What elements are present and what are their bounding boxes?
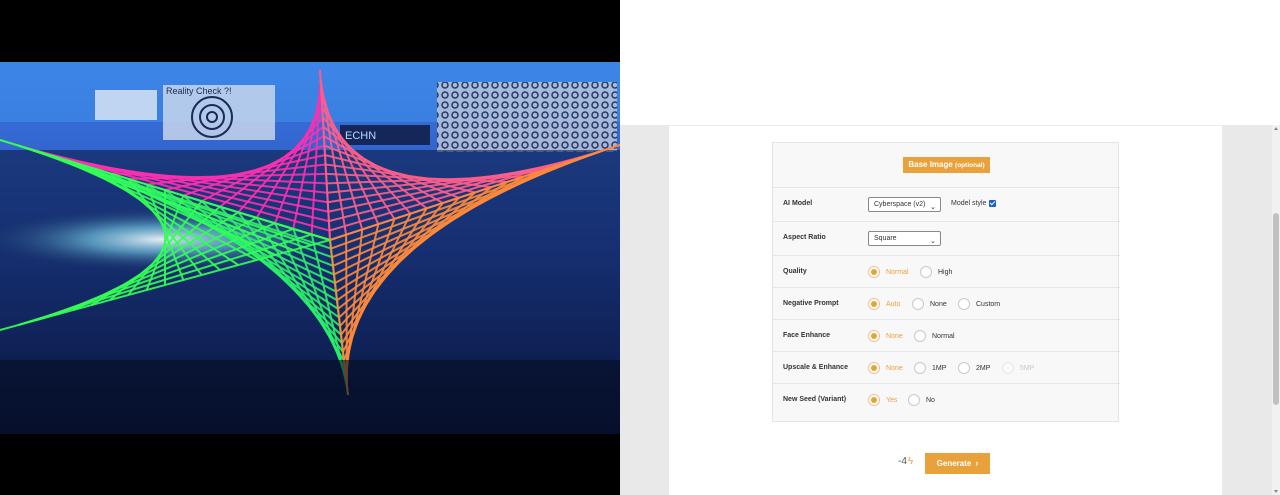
credit-cost: -4 ϟ xyxy=(898,456,913,467)
quality-high-radio[interactable]: High xyxy=(920,265,952,279)
row-face-enhance: Face Enhance None Normal xyxy=(773,319,1120,351)
upscale-label: Upscale & Enhance xyxy=(783,364,848,371)
model-style-label: Model style xyxy=(951,200,987,207)
scrollbar[interactable] xyxy=(1272,125,1280,495)
row-upscale: Upscale & Enhance None 1MP 2MP 5MP xyxy=(773,351,1120,383)
radio-dot xyxy=(908,394,920,406)
poster-text-2: ECHN xyxy=(345,130,376,142)
base-image-button[interactable]: Base Image (optional) xyxy=(903,157,990,173)
face-normal-radio[interactable]: Normal xyxy=(914,329,955,343)
string-art-photo: Reality Check ?! ECHN xyxy=(0,62,620,434)
ai-model-value: Cyberspace (v2) xyxy=(874,201,926,208)
face-none-label: None xyxy=(886,332,903,340)
upscale-2mp-label: 2MP xyxy=(976,364,991,372)
aspect-ratio-label: Aspect Ratio xyxy=(783,234,826,241)
aspect-ratio-select[interactable]: Square ⌄ xyxy=(868,231,941,246)
aspect-ratio-value: Square xyxy=(874,235,897,242)
poster-text: Reality Check ?! xyxy=(166,86,232,96)
negative-none-label: None xyxy=(930,300,947,308)
base-image-optional-label: (optional) xyxy=(955,162,985,169)
negative-none-radio[interactable]: None xyxy=(912,297,947,311)
model-style-checkbox[interactable] xyxy=(989,200,996,207)
generate-button[interactable]: Generate › xyxy=(925,453,990,474)
radio-dot xyxy=(914,330,926,342)
upscale-1mp-label: 1MP xyxy=(932,364,947,372)
chevron-down-icon: ⌄ xyxy=(930,238,936,245)
ai-model-label: AI Model xyxy=(783,200,813,207)
radio-dot xyxy=(958,362,970,374)
quality-normal-radio[interactable]: Normal xyxy=(868,265,909,279)
radio-dot xyxy=(868,266,880,278)
negative-auto-radio[interactable]: Auto xyxy=(868,297,900,311)
scrollbar-thumb[interactable] xyxy=(1273,213,1279,405)
upscale-none-radio[interactable]: None xyxy=(868,361,903,375)
row-aspect-ratio: Aspect Ratio Square ⌄ xyxy=(773,221,1120,253)
face-none-radio[interactable]: None xyxy=(868,329,903,343)
radio-dot xyxy=(958,298,970,310)
negative-auto-label: Auto xyxy=(886,300,901,308)
upscale-2mp-radio[interactable]: 2MP xyxy=(958,361,990,375)
quality-label: Quality xyxy=(783,268,807,275)
face-enhance-label: Face Enhance xyxy=(783,332,831,339)
row-negative-prompt: Negative Prompt Auto None Custom xyxy=(773,287,1120,319)
radio-dot xyxy=(914,362,926,374)
radio-dot xyxy=(868,298,880,310)
row-quality: Quality Normal High xyxy=(773,255,1120,287)
negative-custom-radio[interactable]: Custom xyxy=(958,297,1000,311)
radio-dot xyxy=(868,394,880,406)
seed-no-label: No xyxy=(926,396,935,404)
quality-normal-label: Normal xyxy=(886,268,909,276)
upscale-5mp-radio: 5MP xyxy=(1002,361,1034,375)
seed-yes-radio[interactable]: Yes xyxy=(868,393,897,407)
upscale-1mp-radio[interactable]: 1MP xyxy=(914,361,946,375)
face-normal-label: Normal xyxy=(932,332,955,340)
chevron-right-icon: › xyxy=(975,458,979,468)
cost-value: -4 xyxy=(898,456,907,467)
row-ai-model: AI Model Cyberspace (v2) ⌄ Model style xyxy=(773,187,1120,219)
new-seed-label: New Seed (Variant) xyxy=(783,396,847,403)
base-image-label: Base Image xyxy=(908,160,953,169)
upscale-none-label: None xyxy=(886,364,903,372)
radio-dot xyxy=(1002,362,1014,374)
radio-dot xyxy=(920,266,932,278)
generated-image: Reality Check ?! ECHN xyxy=(0,0,620,495)
negative-prompt-label: Negative Prompt xyxy=(783,300,839,307)
scroll-up-icon[interactable] xyxy=(1274,127,1278,130)
ai-model-select[interactable]: Cyberspace (v2) ⌄ xyxy=(868,197,941,212)
upscale-5mp-label: 5MP xyxy=(1020,364,1035,372)
seed-no-radio[interactable]: No xyxy=(908,393,935,407)
seed-yes-label: Yes xyxy=(886,396,898,404)
scroll-down-icon[interactable] xyxy=(1274,490,1278,493)
settings-card: Base Image (optional) AI Model Cyberspac… xyxy=(772,142,1120,422)
bolt-icon: ϟ xyxy=(907,456,914,467)
radio-dot xyxy=(868,330,880,342)
generate-label: Generate xyxy=(936,459,972,468)
quality-high-label: High xyxy=(938,268,953,276)
row-new-seed: New Seed (Variant) Yes No xyxy=(773,383,1120,415)
radio-dot xyxy=(868,362,880,374)
negative-custom-label: Custom xyxy=(976,300,1001,308)
radio-dot xyxy=(912,298,924,310)
chevron-down-icon: ⌄ xyxy=(930,204,936,211)
